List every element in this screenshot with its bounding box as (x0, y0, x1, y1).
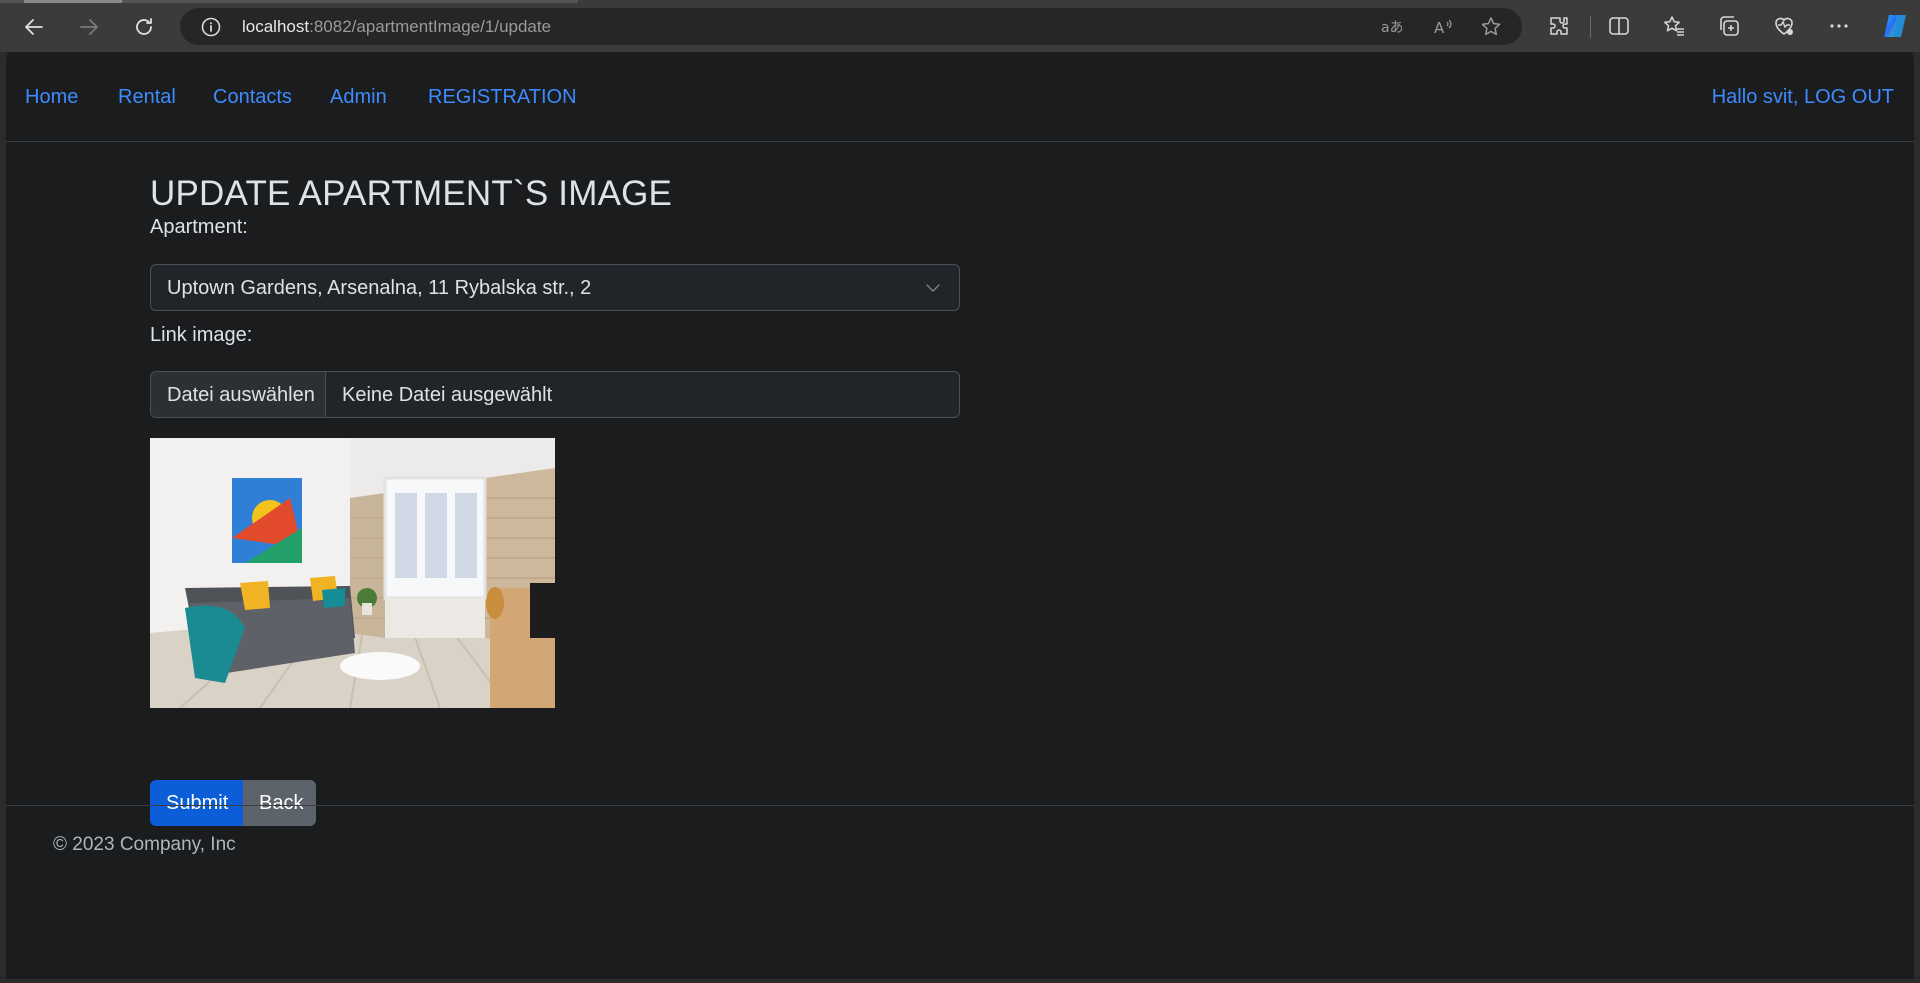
link-image-label: Link image: (150, 324, 253, 346)
active-tab-indicator[interactable] (24, 0, 122, 3)
split-screen-icon[interactable] (1607, 14, 1631, 38)
apartment-select[interactable]: Uptown Gardens, Arsenalna, 11 Rybalska s… (150, 264, 960, 311)
back-button[interactable]: Back (243, 780, 316, 826)
forward-arrow-icon[interactable] (72, 10, 106, 44)
top-navbar: Home Rental Contacts Admin REGISTRATION … (6, 52, 1914, 142)
choose-file-label: Datei auswählen (167, 384, 315, 406)
nav-contacts[interactable]: Contacts (213, 86, 292, 109)
nav-admin[interactable]: Admin (330, 86, 387, 109)
copilot-icon[interactable] (1880, 11, 1910, 41)
back-arrow-icon[interactable] (17, 10, 51, 44)
svg-text:A: A (1434, 19, 1445, 37)
url-text[interactable]: localhost:8082/apartmentImage/1/update (242, 17, 551, 37)
page-viewport: Home Rental Contacts Admin REGISTRATION … (6, 52, 1914, 979)
collections-icon[interactable] (1717, 14, 1741, 38)
tab-strip (0, 0, 578, 3)
reload-icon[interactable] (127, 10, 161, 44)
nav-home[interactable]: Home (25, 86, 78, 109)
toolbar-separator (1590, 16, 1591, 38)
translate-icon[interactable]: aあ (1380, 16, 1402, 38)
footer-divider (6, 805, 1914, 806)
image-file-input[interactable]: Datei auswählen Keine Datei ausgewählt (150, 371, 960, 418)
form-actions: Submit Back (150, 780, 316, 826)
apartment-image-preview (150, 438, 555, 708)
favorite-star-icon[interactable] (1480, 16, 1502, 38)
choose-file-button[interactable]: Datei auswählen (151, 372, 326, 417)
apartment-selected-value: Uptown Gardens, Arsenalna, 11 Rybalska s… (167, 277, 592, 299)
read-aloud-icon[interactable]: A (1432, 16, 1454, 38)
nav-registration[interactable]: REGISTRATION (428, 86, 577, 109)
site-info-icon[interactable] (200, 16, 222, 38)
apartment-label: Apartment: (150, 216, 248, 238)
browser-essentials-icon[interactable] (1772, 14, 1796, 38)
logout-link[interactable]: Hallo svit, LOG OUT (1712, 86, 1894, 109)
extensions-icon[interactable] (1547, 14, 1571, 38)
page-title: UPDATE APARTMENT`S IMAGE (150, 174, 673, 213)
more-menu-icon[interactable] (1827, 14, 1851, 38)
chevron-down-icon (926, 284, 940, 292)
nav-rental[interactable]: Rental (118, 86, 176, 109)
browser-toolbar: localhost:8082/apartmentImage/1/update a… (0, 0, 1920, 52)
address-bar[interactable]: localhost:8082/apartmentImage/1/update a… (180, 8, 1522, 45)
svg-text:aあ: aあ (1381, 20, 1402, 36)
submit-button[interactable]: Submit (150, 780, 243, 826)
favorites-icon[interactable] (1662, 14, 1686, 38)
footer-copyright: © 2023 Company, Inc (53, 834, 236, 855)
file-status-text: Keine Datei ausgewählt (342, 384, 553, 406)
